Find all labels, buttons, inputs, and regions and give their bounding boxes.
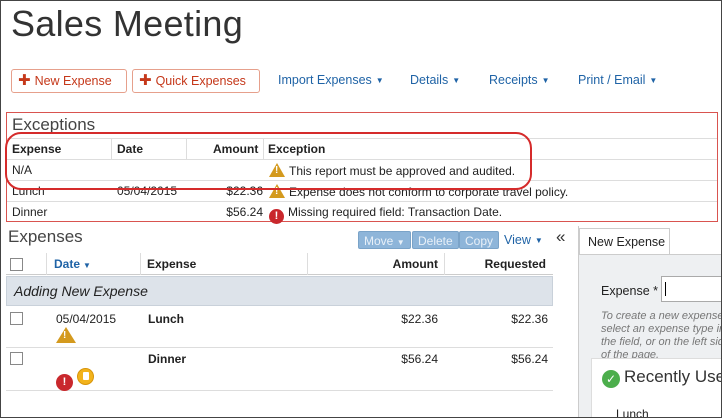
- exception-message-cell: ! Missing required field: Transaction Dat…: [269, 205, 502, 224]
- checkmark-icon: ✓: [602, 370, 620, 388]
- column-divider: [140, 253, 141, 275]
- expense-amount: $56.24: [401, 352, 438, 366]
- move-button[interactable]: Move ▼: [358, 231, 411, 249]
- col-requested: Requested: [484, 257, 546, 271]
- caret-down-icon: ▼: [534, 236, 543, 245]
- col-expense: Expense: [147, 257, 197, 271]
- expense-name: Lunch: [148, 312, 184, 326]
- expenses-header-row: Date ▼ Expense Amount Requested: [6, 253, 553, 275]
- copy-button[interactable]: Copy: [459, 231, 500, 249]
- quick-expenses-button[interactable]: ✚ Quick Expenses: [132, 69, 260, 93]
- sort-date-header[interactable]: Date ▼: [54, 257, 91, 271]
- receipts-menu[interactable]: Receipts ▼: [489, 73, 550, 87]
- expense-amount: $22.36: [401, 312, 438, 326]
- recent-item[interactable]: Lunch: [616, 407, 649, 417]
- exception-amount: $56.24: [226, 205, 263, 219]
- receipt-icon: [77, 368, 94, 385]
- new-expense-panel: Expense * To create a new expense, selec…: [578, 226, 722, 417]
- tab-new-expense[interactable]: New Expense: [579, 228, 670, 254]
- expense-type-input[interactable]: [661, 276, 721, 302]
- view-label: View: [504, 233, 531, 247]
- error-icon: !: [56, 374, 73, 391]
- column-divider: [444, 253, 445, 275]
- plus-icon: ✚: [18, 72, 31, 89]
- expense-name: Dinner: [148, 352, 187, 366]
- adding-label: Adding New Expense: [14, 283, 148, 299]
- print-email-menu[interactable]: Print / Email ▼: [578, 73, 657, 87]
- date-label: Date: [54, 257, 81, 271]
- column-divider: [46, 253, 47, 275]
- highlight-annotation: [5, 132, 532, 190]
- warning-icon: !: [56, 327, 80, 344]
- sort-down-icon: ▼: [83, 261, 91, 270]
- expense-row[interactable]: ! Dinner $56.24 $56.24: [6, 348, 553, 391]
- expense-type-label: Expense *: [601, 284, 658, 298]
- collapse-panel-button[interactable]: «: [556, 227, 565, 247]
- panel-hint: To create a new expense, select an expen…: [601, 310, 722, 361]
- expense-row[interactable]: 05/04/2015 ! Lunch $22.36 $22.36: [6, 307, 553, 348]
- view-menu[interactable]: View ▼: [504, 233, 543, 247]
- details-menu[interactable]: Details ▼: [410, 73, 460, 87]
- expense-date: 05/04/2015: [56, 312, 117, 326]
- plus-icon: ✚: [139, 72, 152, 89]
- recently-used-title: Recently Used: [624, 367, 721, 386]
- select-all-checkbox[interactable]: [10, 258, 23, 271]
- import-expenses-menu[interactable]: Import Expenses ▼: [278, 73, 384, 87]
- caret-down-icon: ▼: [649, 76, 658, 85]
- exception-expense: Dinner: [12, 205, 48, 219]
- expense-requested: $56.24: [511, 352, 548, 366]
- adding-new-expense-row[interactable]: Adding New Expense: [6, 276, 553, 306]
- col-amount: Amount: [392, 257, 438, 271]
- toolbar: ✚ New Expense ✚ Quick Expenses Import Expe…: [11, 69, 711, 95]
- caret-down-icon: ▼: [375, 76, 384, 85]
- row-checkbox[interactable]: [10, 312, 23, 325]
- app-window: Sales Meeting ✚ New Expense ✚ Quick Expens…: [0, 0, 722, 418]
- exception-message: Missing required field: Transaction Date…: [288, 205, 503, 219]
- recently-used-box: ✓ Recently Used Lunch: [591, 358, 721, 417]
- page-title: Sales Meeting: [11, 3, 244, 44]
- row-status-icons: !: [56, 368, 94, 391]
- expense-requested: $22.36: [511, 312, 548, 326]
- caret-down-icon: ▼: [452, 76, 461, 85]
- new-expense-button[interactable]: ✚ New Expense: [11, 69, 127, 93]
- error-icon: !: [269, 209, 284, 224]
- expenses-title: Expenses: [8, 227, 83, 246]
- delete-button[interactable]: Delete: [412, 231, 459, 249]
- caret-down-icon: ▼: [541, 76, 550, 85]
- move-label: Move: [364, 234, 394, 248]
- row-checkbox[interactable]: [10, 352, 23, 365]
- caret-down-icon: ▼: [396, 238, 405, 247]
- panel-body: Expense * To create a new expense, selec…: [579, 254, 722, 417]
- exception-row[interactable]: Dinner $56.24 ! Missing required field: T…: [7, 201, 717, 224]
